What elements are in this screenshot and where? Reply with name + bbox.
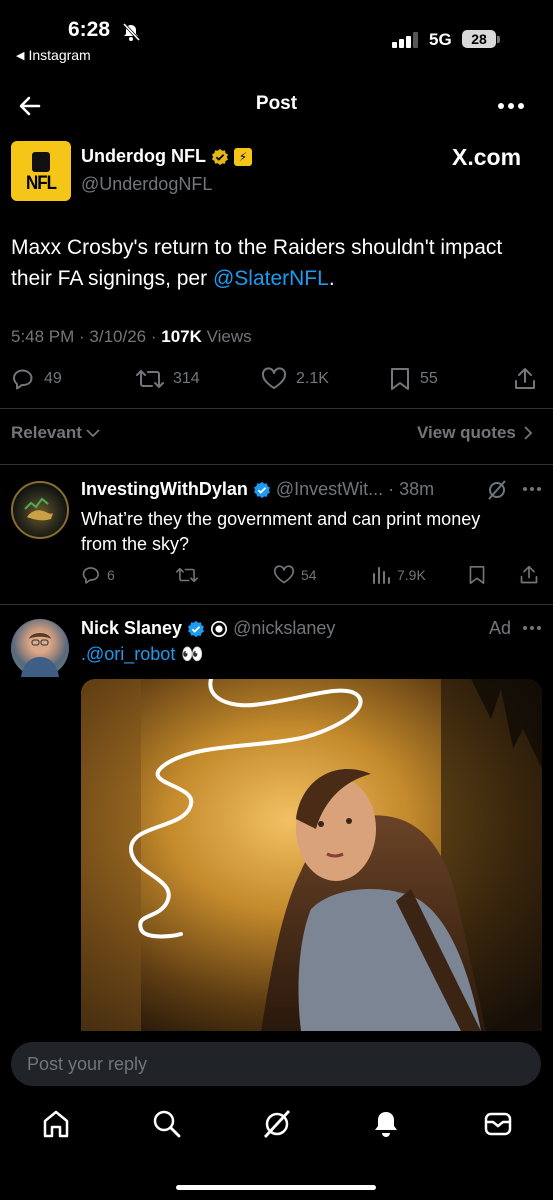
notifications-icon[interactable] [372,1109,400,1139]
post-text: Maxx Crosby's return to the Raiders shou… [11,232,531,294]
views-button[interactable]: 7.9K [371,565,426,585]
status-time: 6:28 [68,18,111,41]
signal-icon [392,32,420,48]
grok-icon[interactable] [486,479,508,501]
like-button[interactable]: 54 [273,565,317,585]
bookmark-icon [469,565,485,584]
author-name-row[interactable]: Underdog NFL ⚡ [81,146,252,167]
like-icon [273,565,295,584]
reply-author-name[interactable]: InvestingWithDylan [81,479,248,500]
share-icon [515,368,535,389]
repost-icon [136,370,164,388]
share-button[interactable] [519,565,539,585]
battery-tip [497,36,500,43]
reply-button[interactable]: 6 [81,565,115,585]
like-icon [261,367,287,389]
sort-dropdown[interactable]: Relevant [11,423,101,443]
like-count: 54 [301,567,317,583]
views-icon [373,567,390,584]
reply-handle[interactable]: @nickslaney [233,618,335,639]
reply-icon [82,567,99,584]
network-type: 5G [429,30,452,49]
more-icon[interactable] [522,625,542,631]
view-quotes-link[interactable]: View quotes [417,423,534,443]
like-count: 2.1K [296,370,329,387]
bookmark-count: 55 [420,370,438,387]
reply-actions: 6 54 7.9K [81,565,541,589]
messages-icon[interactable] [483,1109,513,1139]
silent-bell-icon [121,22,141,42]
divider [0,604,553,605]
reply-text: What’re they the government and can prin… [81,509,481,554]
ad-media-image[interactable] [81,679,542,1031]
more-icon[interactable] [522,486,542,492]
divider [0,408,553,409]
like-button[interactable]: 2.1K [261,367,329,391]
reply-count: 49 [44,370,62,387]
battery-indicator: 28 [462,30,496,48]
repost-icon [176,567,198,583]
underdog-dog-logo [32,151,50,172]
home-indicator[interactable] [176,1185,376,1190]
divider [0,464,553,465]
verified-icon [188,620,205,637]
chevron-right-icon [524,426,533,440]
back-triangle-icon: ◀ [16,49,25,62]
ad-label: Ad [489,618,512,638]
reply-button[interactable]: 49 [11,367,62,391]
views-count: 7.9K [397,567,426,583]
grok-icon[interactable] [262,1109,292,1139]
avatar[interactable] [11,619,69,677]
reply-author-name[interactable]: Nick Slaney [81,618,182,639]
bookmark-icon [391,368,409,390]
sort-label: Relevant [11,423,82,442]
reply-handle[interactable]: @InvestWit... [276,479,383,500]
post-text-end: . [328,267,335,290]
reply-input[interactable]: Post your reply [11,1042,541,1086]
share-icon [520,565,538,584]
chevron-down-icon [86,429,100,438]
mention-link[interactable]: .@ori_robot [81,644,175,665]
reply-count: 6 [107,567,115,583]
logo-text: NFL [25,171,57,193]
author-handle[interactable]: @UnderdogNFL [81,174,212,195]
repost-button[interactable] [176,565,198,585]
author-avatar[interactable]: NFL [11,141,71,201]
eyes-emoji: 👀 [181,644,204,664]
verified-icon [253,481,270,498]
post-meta: 5:48 PM · 3/10/26 · 107K Views [11,327,252,347]
back-app-label: Instagram [28,47,91,63]
views-label: Views [201,327,252,346]
more-icon[interactable] [497,102,525,110]
bookmark-button[interactable] [468,565,486,585]
author-name: Underdog NFL [81,146,206,166]
bookmark-button[interactable]: 55 [389,367,438,391]
affiliate-icon [211,620,228,637]
search-icon[interactable] [152,1109,182,1139]
verified-gold-icon [211,148,229,166]
reply-icon [13,369,33,390]
reply-header: InvestingWithDylan @InvestWit... · 38m [81,479,434,500]
post-timestamp: 5:48 PM · 3/10/26 · [11,327,162,346]
page-title: Post [255,93,298,114]
mention-link[interactable]: @SlaterNFL [213,267,329,290]
home-icon[interactable] [42,1109,70,1139]
reply-header: Nick Slaney @nickslaney [81,618,335,639]
reply-text: .@ori_robot 👀 [81,644,204,665]
repost-count: 314 [173,370,200,387]
back-to-app-link[interactable]: ◀ Instagram [16,47,91,63]
share-button[interactable] [513,367,537,391]
view-quotes-label: View quotes [417,423,516,442]
post-actions: 49 314 2.1K 55 [11,367,541,397]
views-count: 107K [161,327,202,346]
repost-button[interactable]: 314 [136,367,200,391]
reply-time: · 38m [388,479,435,499]
xcom-badge: X.com [452,144,522,170]
affiliate-logo-icon: ⚡ [233,147,252,166]
avatar[interactable] [11,481,69,539]
